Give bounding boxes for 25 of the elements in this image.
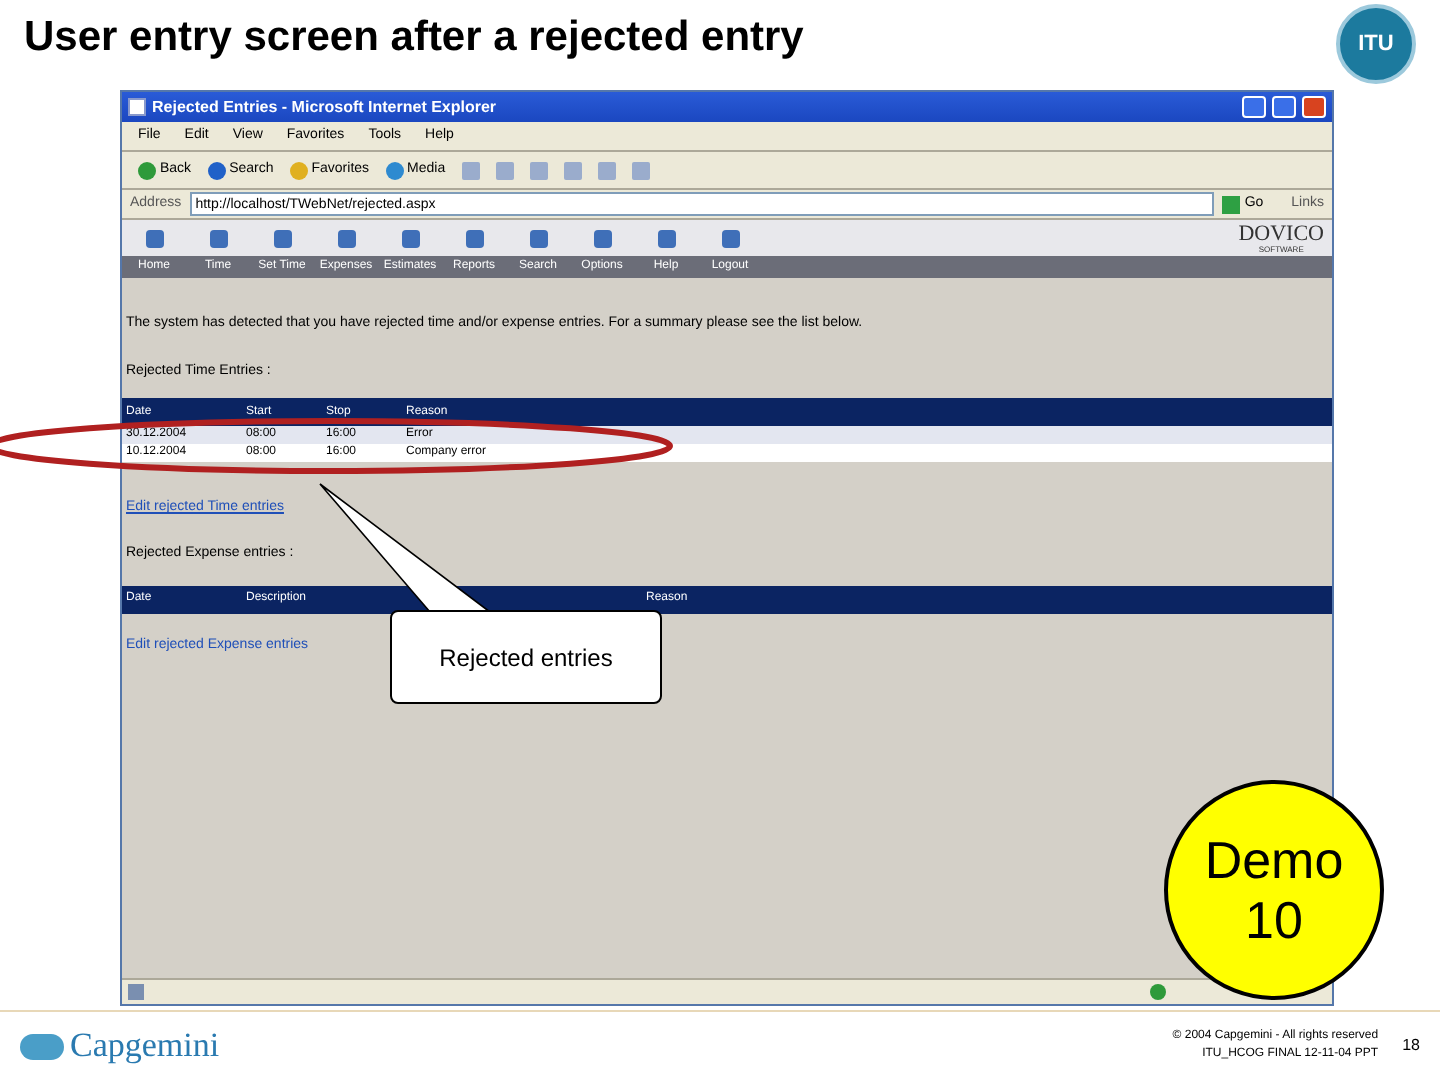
nav-icon[interactable] — [657, 229, 675, 247]
company-logo: Capgemini — [70, 1024, 220, 1069]
slide-title: User entry screen after a rejected entry — [24, 16, 804, 58]
nav-icon[interactable] — [145, 229, 163, 247]
page-icon — [128, 984, 144, 1000]
maximize-button[interactable] — [1272, 96, 1296, 118]
page-number: 18 — [1402, 1034, 1420, 1058]
callout-box: Rejected entries — [390, 610, 662, 704]
window-title: Rejected Entries - Microsoft Internet Explorer — [152, 95, 499, 119]
minimize-button[interactable] — [1242, 96, 1266, 118]
nav-icon[interactable] — [593, 229, 611, 247]
demo-text: Demo — [1204, 830, 1344, 890]
brand-logo: DOVICO — [1238, 223, 1324, 245]
nav-icon[interactable] — [401, 229, 419, 247]
nav-icon[interactable] — [273, 229, 291, 247]
emblem-logo: ITU — [1336, 4, 1416, 84]
nav-icon[interactable] — [337, 229, 355, 247]
nav-icon[interactable] — [209, 229, 227, 247]
nav-icon[interactable] — [465, 229, 483, 247]
nav-icon[interactable] — [529, 229, 547, 247]
page-icon — [128, 98, 146, 116]
nav-icon[interactable] — [721, 229, 739, 247]
check-icon — [1150, 984, 1166, 1000]
close-button[interactable] — [1302, 96, 1326, 118]
demo-text: 10 — [1245, 890, 1303, 950]
